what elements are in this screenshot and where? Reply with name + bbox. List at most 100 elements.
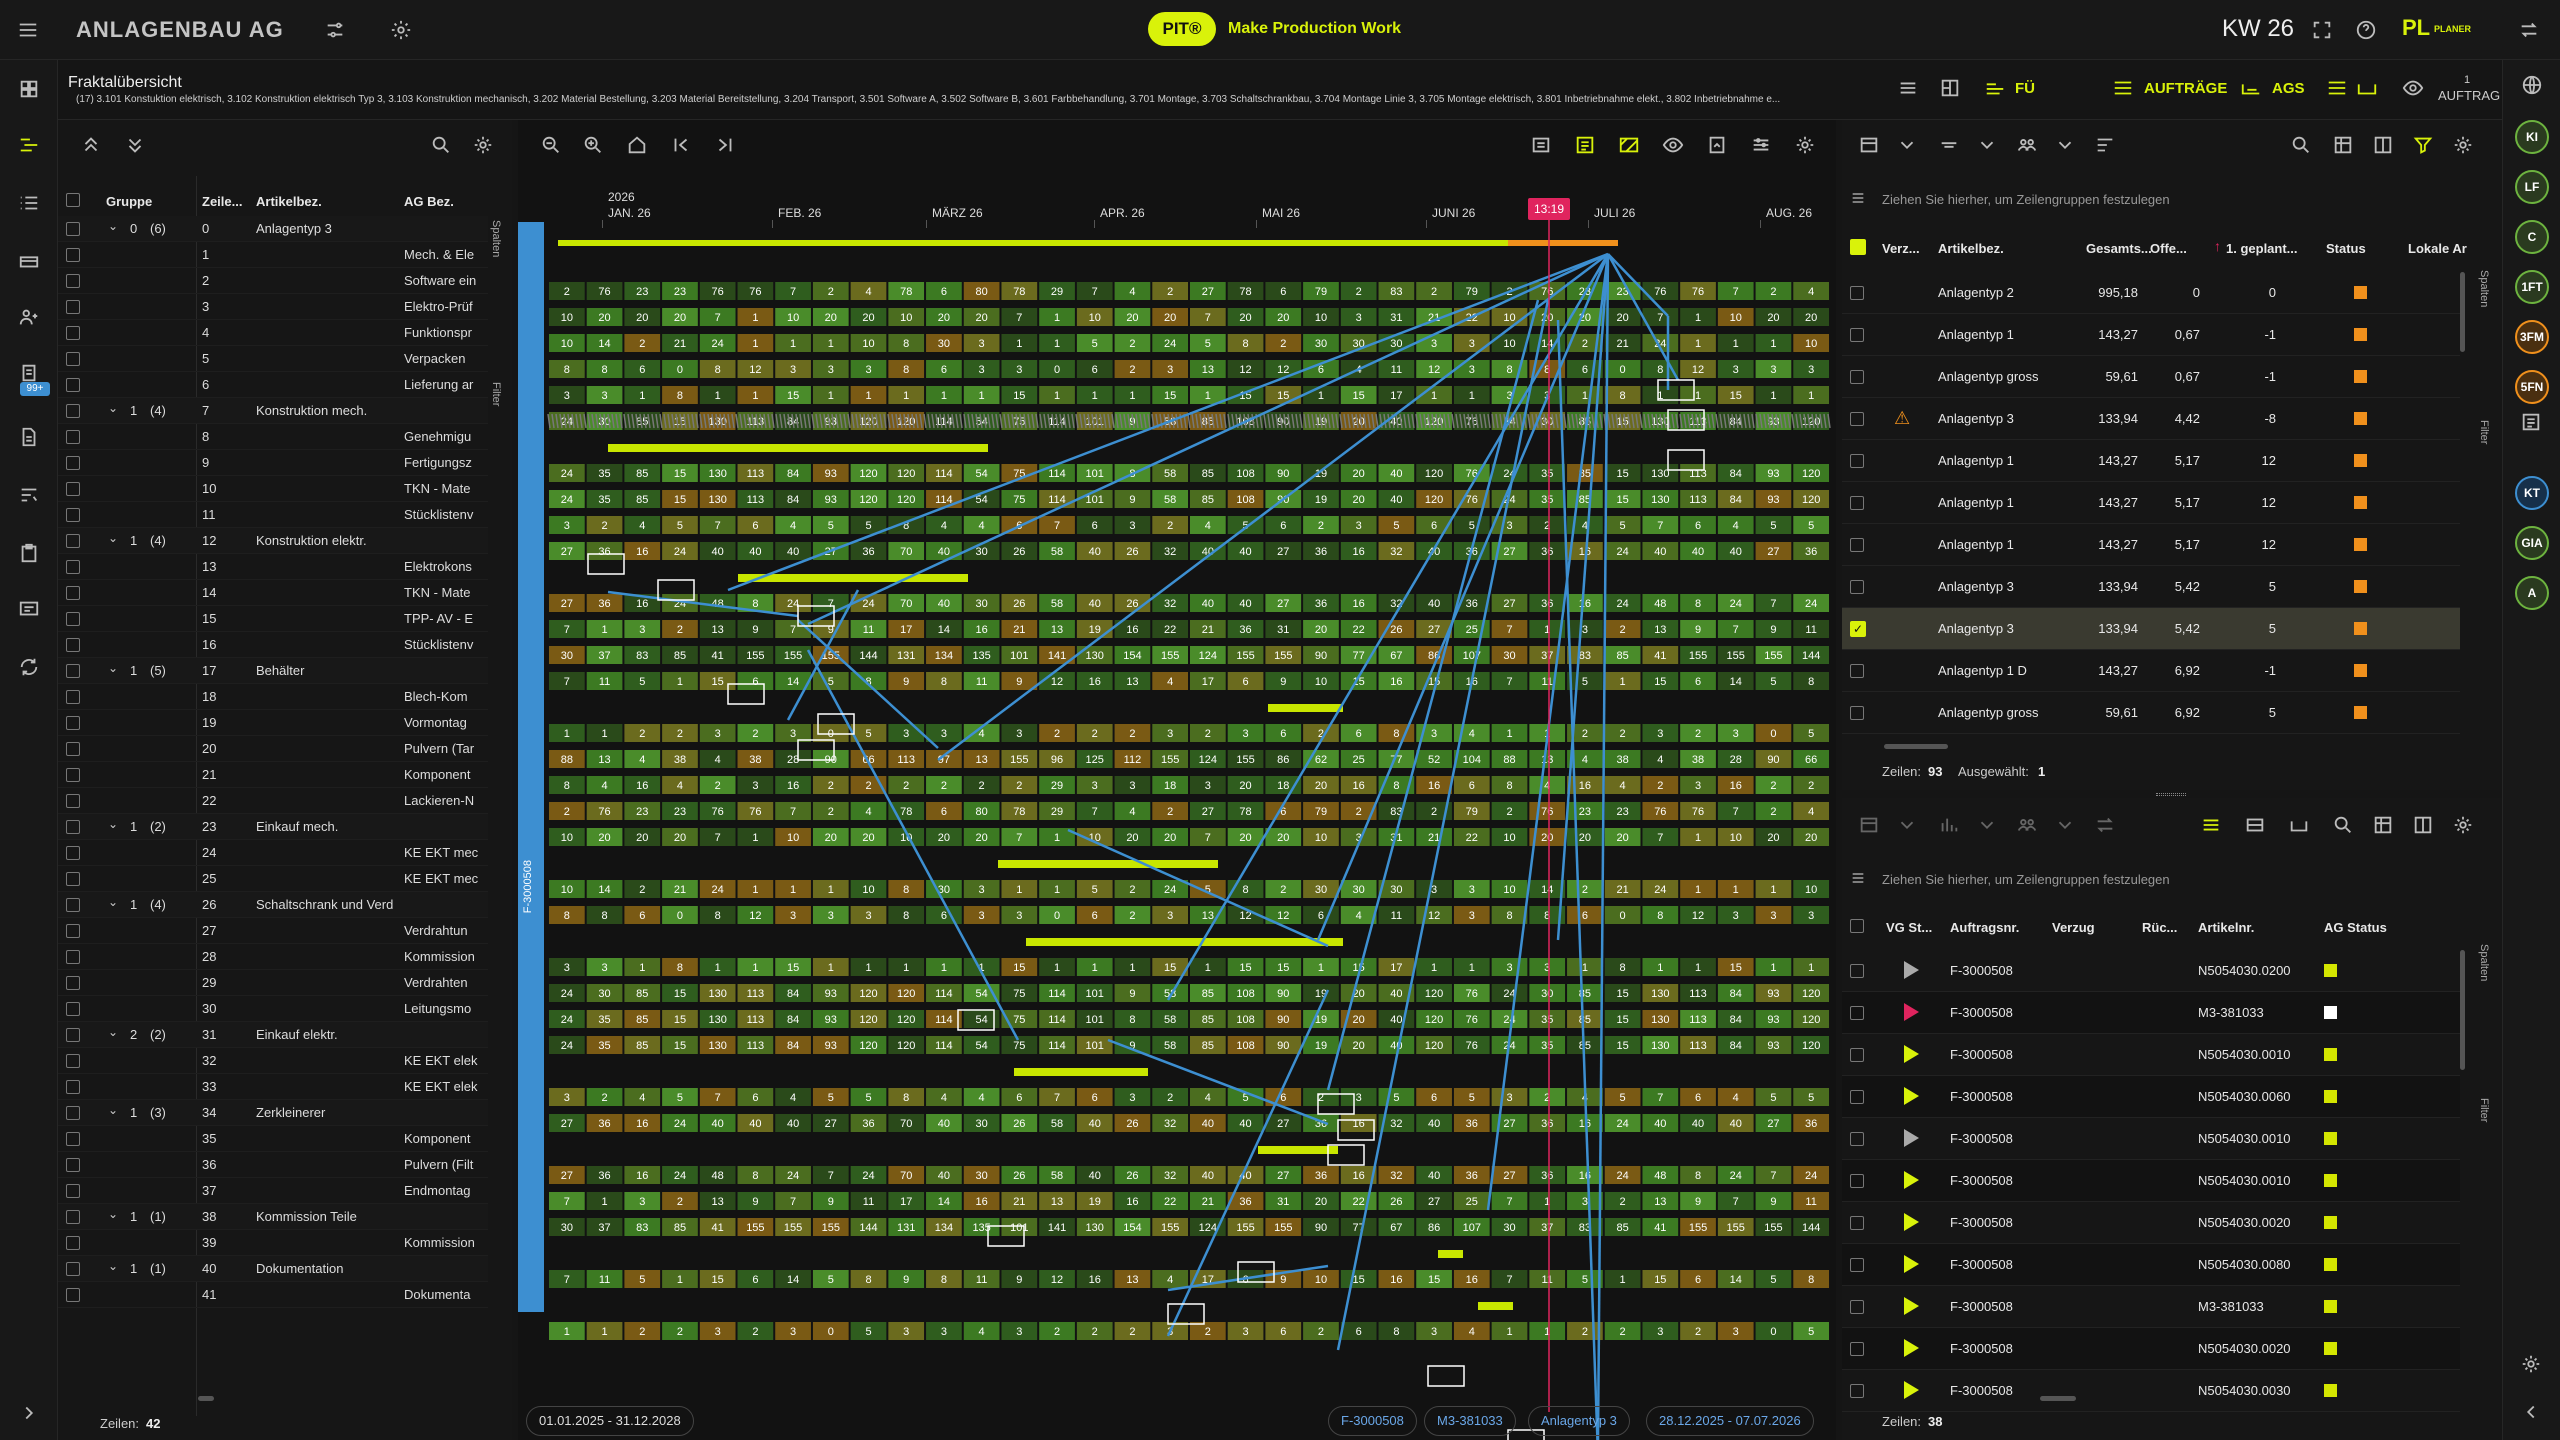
layout-split-icon[interactable] <box>2354 76 2380 100</box>
document-icon[interactable] <box>16 424 42 450</box>
row-checkbox[interactable] <box>66 1054 80 1068</box>
users-icon[interactable] <box>16 304 42 330</box>
play-status-icon[interactable] <box>1904 1255 1919 1273</box>
user-avatar[interactable]: GIA <box>2515 526 2549 560</box>
period-chip[interactable]: 28.12.2025 - 07.07.2026 <box>1646 1406 1814 1436</box>
filter-icon[interactable] <box>2412 134 2434 156</box>
group-summary-bar[interactable] <box>1014 1068 1148 1076</box>
row-checkbox[interactable] <box>66 898 80 912</box>
expand-all-icon[interactable] <box>124 134 146 156</box>
help-icon[interactable] <box>2354 18 2378 42</box>
row-checkbox[interactable] <box>66 1080 80 1094</box>
row-checkbox[interactable] <box>1850 412 1864 426</box>
auftraege-icon[interactable] <box>2110 76 2136 100</box>
col-header-gruppe[interactable]: Gruppe <box>106 194 152 209</box>
rail-settings-icon[interactable] <box>2519 1352 2543 1376</box>
columns-config-icon[interactable] <box>2372 134 2394 156</box>
group-chevron-icon[interactable]: ⌄ <box>108 661 118 675</box>
row-checkbox[interactable] <box>66 1262 80 1276</box>
table-icon[interactable] <box>2372 814 2394 836</box>
select-all-checkbox[interactable] <box>1850 239 1866 255</box>
ags-label[interactable]: AGS <box>2272 80 2305 97</box>
list-icon[interactable] <box>16 190 42 216</box>
row-checkbox[interactable] <box>1850 1384 1864 1398</box>
col-header[interactable]: Offe... <box>2150 241 2187 256</box>
grid-row[interactable] <box>1842 356 2460 398</box>
grid-row[interactable] <box>1842 1202 2460 1244</box>
bars-icon[interactable] <box>2244 814 2266 836</box>
row-checkbox[interactable] <box>1850 1216 1864 1230</box>
collapse-all-icon[interactable] <box>80 134 102 156</box>
date-range-chip[interactable]: 01.01.2025 - 31.12.2028 <box>526 1406 694 1436</box>
grid-row[interactable] <box>1842 1286 2460 1328</box>
group-chevron-icon[interactable]: ⌄ <box>108 895 118 909</box>
rows-filter-icon[interactable] <box>2094 134 2116 156</box>
row-checkbox[interactable] <box>1850 1258 1864 1272</box>
row-checkbox[interactable] <box>66 950 80 964</box>
grid-row[interactable] <box>1842 1160 2460 1202</box>
row-checkbox[interactable] <box>1850 1048 1864 1062</box>
play-status-icon[interactable] <box>1904 1003 1919 1021</box>
fu-label[interactable]: FÜ <box>2015 80 2035 97</box>
group-drop-hint[interactable]: Ziehen Sie hierher, um Zeilengruppen fes… <box>1882 192 2170 207</box>
filter-side-tab[interactable]: Filter <box>2478 420 2490 444</box>
grid-settings-icon[interactable] <box>2452 814 2474 836</box>
horizontal-scrollbar[interactable] <box>198 1396 214 1401</box>
grid-row[interactable] <box>1842 1328 2460 1370</box>
col-header[interactable]: AG Status <box>2324 920 2387 935</box>
row-checkbox[interactable] <box>66 1184 80 1198</box>
swap-icon[interactable] <box>2094 814 2116 836</box>
grid-settings-icon[interactable] <box>472 134 494 156</box>
spalten-side-tab[interactable]: Spalten <box>490 220 502 257</box>
user-avatar[interactable]: KI <box>2515 120 2549 154</box>
chevron-down-icon[interactable] <box>2054 134 2076 156</box>
user-switch-icon[interactable] <box>2516 18 2542 42</box>
summary-progress-late[interactable] <box>1508 240 1618 246</box>
grid-row[interactable] <box>1842 608 2460 650</box>
summary-progress-bar[interactable] <box>558 240 1618 246</box>
row-checkbox[interactable] <box>66 872 80 886</box>
row-checkbox[interactable] <box>66 560 80 574</box>
group-summary-bar[interactable] <box>1268 704 1343 712</box>
col-header[interactable]: Lokale Ar <box>2408 241 2467 256</box>
play-status-icon[interactable] <box>1904 1171 1919 1189</box>
dashboard-icon[interactable] <box>16 76 42 102</box>
grid-row[interactable] <box>1842 1118 2460 1160</box>
grid-row[interactable] <box>1842 1370 2460 1412</box>
group-chevron-icon[interactable]: ⌄ <box>108 1259 118 1273</box>
split-icon[interactable] <box>2288 814 2310 836</box>
col-header-ag-bez[interactable]: AG Bez. <box>404 194 454 209</box>
col-header[interactable]: VG St... <box>1886 920 1932 935</box>
row-checkbox[interactable] <box>1850 286 1864 300</box>
row-checkbox[interactable] <box>66 1288 80 1302</box>
chevron-down-icon[interactable] <box>1976 134 1998 156</box>
grid-row[interactable] <box>1842 482 2460 524</box>
group-chevron-icon[interactable]: ⌄ <box>108 219 118 233</box>
anlagentyp-chip[interactable]: Anlagentyp 3 <box>1528 1406 1630 1436</box>
group-chevron-icon[interactable]: ⌄ <box>108 1207 118 1221</box>
row-checkbox[interactable] <box>66 820 80 834</box>
row-checkbox-checked[interactable]: ✓ <box>1850 621 1866 637</box>
grid-row[interactable] <box>1842 398 2460 440</box>
play-status-icon[interactable] <box>1904 1087 1919 1105</box>
group-icon[interactable] <box>2016 134 2038 156</box>
col-header[interactable]: Artikelnr. <box>2198 920 2254 935</box>
play-status-icon[interactable] <box>1904 1129 1919 1147</box>
group-chevron-icon[interactable]: ⌄ <box>108 1025 118 1039</box>
row-checkbox[interactable] <box>66 326 80 340</box>
settings-gear-icon[interactable] <box>388 18 414 42</box>
row-checkbox[interactable] <box>66 664 80 678</box>
row-checkbox[interactable] <box>66 976 80 990</box>
spalten-side-tab[interactable]: Spalten <box>2478 944 2490 981</box>
group-chevron-icon[interactable]: ⌄ <box>108 1103 118 1117</box>
col-header[interactable]: 1. geplant... <box>2226 241 2298 256</box>
row-checkbox[interactable] <box>66 612 80 626</box>
play-status-icon[interactable] <box>1904 961 1919 979</box>
user-avatar[interactable]: 5FN <box>2515 370 2549 404</box>
grid-row[interactable] <box>1842 566 2460 608</box>
group-summary-bar[interactable] <box>1438 1250 1463 1258</box>
grid-row[interactable] <box>1842 1034 2460 1076</box>
filter-side-tab[interactable]: Filter <box>490 382 502 406</box>
col-header[interactable]: Verz... <box>1882 241 1920 256</box>
row-checkbox[interactable] <box>1850 706 1864 720</box>
